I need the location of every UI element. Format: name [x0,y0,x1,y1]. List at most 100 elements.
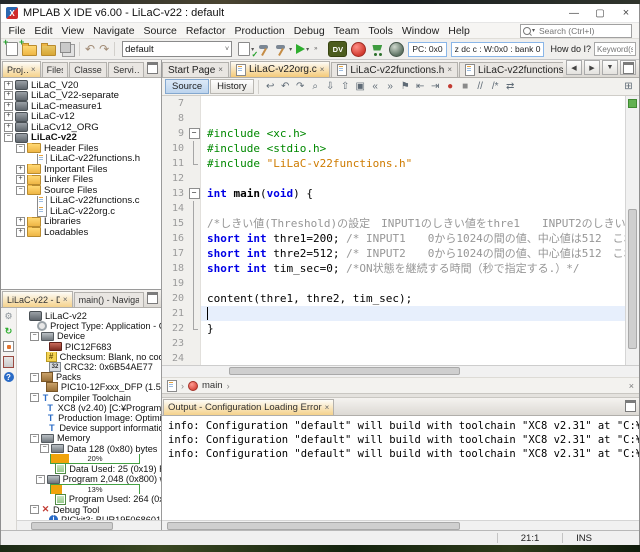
tree-row[interactable]: Data Used: 25 (0x19) Fre [17,464,161,474]
open-project-button[interactable] [39,41,58,57]
tree-row[interactable]: −Data 128 (0x80) bytes [17,443,161,453]
macro-record-icon[interactable]: ● [443,80,458,94]
output-console[interactable]: info: Configuration "default" will build… [162,416,639,520]
quick-search-box[interactable]: ▾ [520,24,632,38]
tab-main-navigator[interactable]: main() - Navigator [74,292,144,307]
tab-list-button[interactable]: ▼ [602,60,618,75]
tree-row[interactable]: +LiLaC_V22-separate [1,91,161,102]
code-line[interactable]: 12 [162,171,625,186]
configuration-select[interactable]: default ˅ [122,41,232,57]
close-tab-icon[interactable]: × [325,404,330,412]
tree-row[interactable]: TProduction Image: Optimizati [17,413,161,423]
tree-row[interactable]: −Source Files [1,185,161,196]
tree-row[interactable]: Project Type: Application - Confi [17,321,161,331]
scroll-tabs-right-button[interactable]: ▶ [584,60,600,75]
collapse-icon[interactable]: − [36,475,45,484]
program-device-button[interactable]: ▾ [273,41,294,57]
close-tab-icon[interactable]: × [31,66,36,74]
code-line[interactable]: 19 [162,276,625,291]
tree-row[interactable]: −TCompiler Toolchain [17,393,161,403]
menu-view[interactable]: View [57,25,89,37]
save-all-button[interactable] [58,41,76,57]
tab-output[interactable]: Output - Configuration Loading Error × [163,399,334,415]
tree-row[interactable]: +LiLaCv12_ORG [1,122,161,133]
programmer-tool-button[interactable] [349,41,368,57]
expand-icon[interactable]: + [16,175,25,184]
toggle-bookmark-icon[interactable]: ⚑ [398,80,413,94]
embedded-hub-button[interactable] [387,41,406,57]
titlebar[interactable]: X MPLAB X IDE v6.00 - LiLaC-v22 : defaul… [1,4,639,22]
tree-row[interactable]: LiLaC-v22functions.h [1,154,161,165]
maximize-editor-button[interactable] [620,60,636,75]
scroll-tabs-left-button[interactable]: ◀ [566,60,582,75]
tree-row[interactable]: LiLaC-v22functions.c [1,196,161,207]
source-view-button[interactable]: Source [165,79,209,94]
expand-icon[interactable]: + [16,165,25,174]
code-line[interactable]: 11#include "LiLaC-v22functions.h" [162,156,625,171]
tab-lilac-v22functions-h[interactable]: LiLaC-v22functions.h× [331,62,458,77]
build-button[interactable]: ✓▾ [236,41,256,57]
close-tab-icon[interactable]: × [218,66,223,74]
search-dropdown-icon[interactable]: ▾ [532,27,535,34]
menu-file[interactable]: File [4,25,30,37]
history-view-button[interactable]: History [210,79,254,94]
tree-row[interactable]: +LiLaC_V20 [1,80,161,91]
find-selection-icon[interactable]: ⌕ [308,80,323,94]
projects-tree[interactable]: +LiLaC_V20+LiLaC_V22-separate+LiLaC-meas… [1,78,161,289]
data-visualizer-button[interactable]: DV [326,41,349,57]
code-line[interactable]: 15/*しきい値(Threshold)の設定 INPUT1のしきい値をthre1… [162,216,625,231]
shift-left-icon[interactable]: ⇤ [413,80,428,94]
memory-view-icon[interactable] [3,341,14,352]
menu-navigate[interactable]: Navigate [89,25,139,37]
collapse-icon[interactable]: − [30,434,39,443]
code-line[interactable]: 20content(thre1, thre2, tim_sec); [162,291,625,306]
tree-row[interactable]: 13% [17,484,161,494]
code-line[interactable]: 14 [162,201,625,216]
next-bookmark-icon[interactable]: » [383,80,398,94]
tree-row[interactable]: +Libraries [1,217,161,228]
code-line[interactable]: 17short int thre2=512; /* INPUT2 0から1024… [162,246,625,261]
editor-horizontal-scrollbar[interactable] [162,365,639,377]
code-line[interactable]: 8 [162,111,625,126]
find-next-icon[interactable]: ⇩ [323,80,338,94]
menu-help[interactable]: Help [444,25,475,37]
tree-row[interactable]: LiLaC-v22org.c [1,206,161,217]
comment-icon[interactable]: // [473,80,488,94]
minimize-button[interactable]: — [561,4,587,22]
close-tab-icon[interactable]: × [447,66,452,74]
close-button[interactable]: × [613,4,639,22]
code-line[interactable]: 22} [162,321,625,336]
code-line[interactable]: 23 [162,336,625,351]
collapse-icon[interactable]: − [30,505,39,514]
menu-source[interactable]: Source [139,25,181,37]
minimize-window-group-icon[interactable] [625,400,636,412]
new-file-button[interactable]: + [4,41,20,57]
code-line[interactable]: 7 [162,96,625,111]
refresh-icon[interactable]: ↻ [3,326,14,337]
menu-edit[interactable]: Edit [30,25,57,37]
last-edit-location-icon[interactable]: ↩ [263,80,278,94]
minimize-window-group-icon[interactable] [147,292,158,304]
code-line[interactable]: 24 [162,351,625,365]
tree-row[interactable]: −Header Files [1,143,161,154]
collapse-icon[interactable]: − [16,186,25,195]
undo-button[interactable]: ↶ [83,41,97,57]
menu-refactor[interactable]: Refactor [181,25,230,37]
tree-row[interactable]: #Checksum: Blank, no code lo [17,352,161,362]
tree-row[interactable]: +Important Files [1,164,161,175]
code-line[interactable]: 13−int main(void) { [162,186,625,201]
editor-vertical-scrollbar[interactable] [625,96,639,365]
collapse-icon[interactable]: − [40,444,49,453]
previous-bookmark-icon[interactable]: « [368,80,383,94]
tab-files[interactable]: Files [42,62,69,77]
new-project-button[interactable]: + [20,41,39,57]
menu-tools[interactable]: Tools [364,25,398,37]
fold-collapse-icon[interactable]: − [189,188,200,199]
project-properties-icon[interactable]: ⚙ [3,311,14,322]
quick-search-input[interactable] [537,25,629,37]
tab-start-page[interactable]: Start Page× [162,62,229,77]
macro-stop-icon[interactable]: ■ [458,80,473,94]
shift-right-icon[interactable]: ⇥ [428,80,443,94]
collapse-icon[interactable]: − [30,373,39,382]
run-project-button[interactable]: ▾ [294,41,311,57]
